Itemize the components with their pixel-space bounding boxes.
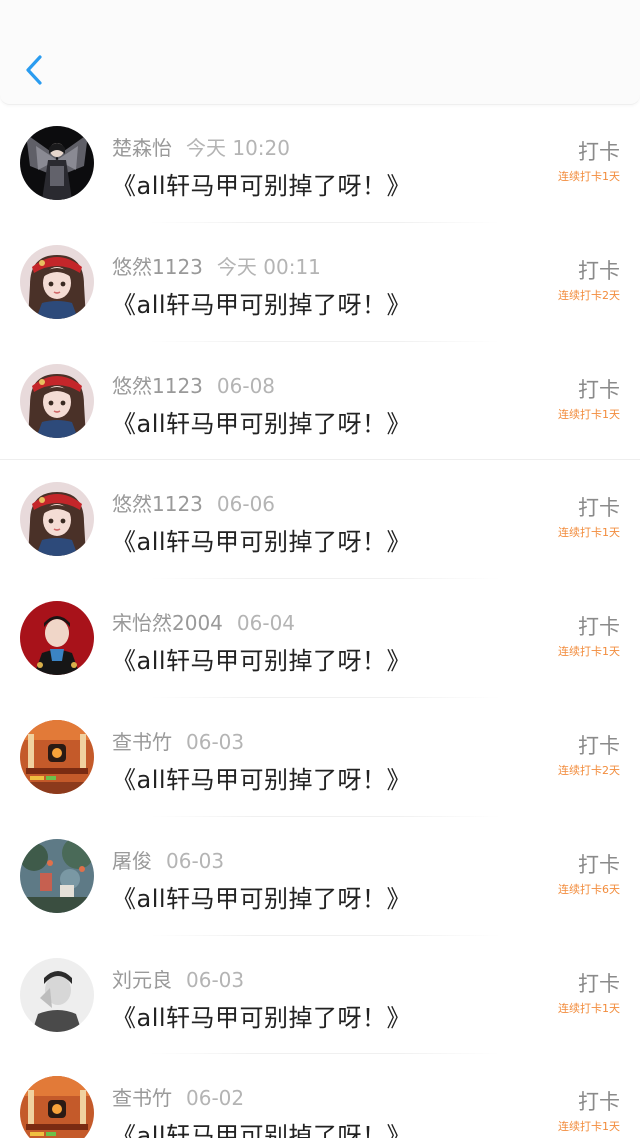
checkin-info: 打卡 连续打卡2天 xyxy=(558,257,620,303)
avatar[interactable] xyxy=(20,838,94,913)
streak-badge: 连续打卡2天 xyxy=(558,763,620,777)
checkin-label: 打卡 xyxy=(578,733,620,758)
book-title[interactable]: 《all轩马甲可别掉了呀！》 xyxy=(112,1116,411,1138)
checkin-label: 打卡 xyxy=(578,971,620,996)
checkin-info: 打卡 连续打卡1天 xyxy=(558,1088,620,1134)
checkin-row[interactable]: 屠俊 06-03 《all轩马甲可别掉了呀！》 打卡 连续打卡6天 xyxy=(0,817,640,936)
book-title[interactable]: 《all轩马甲可别掉了呀！》 xyxy=(112,166,411,201)
checkin-row[interactable]: 悠然1123 今天 00:11 《all轩马甲可别掉了呀！》 打卡 连续打卡2天 xyxy=(0,223,640,342)
post-time: 今天 10:20 xyxy=(186,136,290,160)
checkin-row[interactable]: 刘元良 06-03 《all轩马甲可别掉了呀！》 打卡 连续打卡1天 xyxy=(0,936,640,1055)
checkin-list: 楚森怡 今天 10:20 《all轩马甲可别掉了呀！》 打卡 连续打卡1天 悠然1… xyxy=(0,104,640,1138)
avatar-image xyxy=(20,838,94,913)
row-meta: 屠俊 06-03 xyxy=(112,845,224,875)
checkin-row[interactable]: 查书竹 06-02 《all轩马甲可别掉了呀！》 打卡 连续打卡1天 xyxy=(0,1054,640,1138)
checkin-label: 打卡 xyxy=(578,1090,620,1115)
avatar-image xyxy=(20,719,94,794)
checkin-label: 打卡 xyxy=(578,496,620,521)
streak-badge: 连续打卡6天 xyxy=(558,882,620,896)
post-time: 06-02 xyxy=(186,1086,245,1111)
streak-badge: 连续打卡1天 xyxy=(558,1001,620,1015)
streak-badge: 连续打卡1天 xyxy=(558,1120,620,1134)
book-title[interactable]: 《all轩马甲可别掉了呀！》 xyxy=(112,760,411,795)
streak-badge: 连续打卡1天 xyxy=(558,170,620,183)
user-name[interactable]: 屠俊 xyxy=(112,849,152,873)
post-time: 06-08 xyxy=(216,373,276,398)
post-time: 今天 00:11 xyxy=(216,254,321,279)
user-name[interactable]: 宋怡然2004 xyxy=(112,611,223,635)
book-title[interactable]: 《all轩马甲可别掉了呀！》 xyxy=(112,879,411,914)
row-meta: 楚森怡 今天 10:20 xyxy=(112,132,290,162)
avatar[interactable] xyxy=(20,244,94,319)
chevron-left-icon xyxy=(26,55,42,85)
streak-badge: 连续打卡2天 xyxy=(558,288,620,302)
checkin-row[interactable]: 悠然1123 06-08 《all轩马甲可别掉了呀！》 打卡 连续打卡1天 xyxy=(0,342,640,461)
avatar[interactable] xyxy=(20,363,94,438)
checkin-info: 打卡 连续打卡6天 xyxy=(558,851,620,897)
book-title[interactable]: 《all轩马甲可别掉了呀！》 xyxy=(112,522,411,557)
user-name[interactable]: 楚森怡 xyxy=(112,136,172,160)
user-name[interactable]: 查书竹 xyxy=(112,730,172,754)
streak-badge: 连续打卡1天 xyxy=(558,407,620,421)
checkin-row[interactable]: 悠然1123 06-06 《all轩马甲可别掉了呀！》 打卡 连续打卡1天 xyxy=(0,460,640,580)
checkin-info: 打卡 连续打卡1天 xyxy=(558,494,620,540)
checkin-info: 打卡 连续打卡1天 xyxy=(558,138,620,184)
avatar[interactable] xyxy=(20,719,94,794)
row-meta: 刘元良 06-03 xyxy=(112,964,244,994)
post-time: 06-03 xyxy=(186,729,245,754)
user-name[interactable]: 悠然1123 xyxy=(112,255,203,279)
checkin-label: 打卡 xyxy=(578,615,620,640)
user-name[interactable]: 查书竹 xyxy=(112,1086,172,1110)
row-meta: 查书竹 06-03 xyxy=(112,726,244,756)
row-meta: 查书竹 06-02 xyxy=(112,1082,244,1112)
avatar-image xyxy=(20,126,94,200)
avatar-image xyxy=(20,363,94,438)
streak-badge: 连续打卡1天 xyxy=(558,526,620,540)
back-button[interactable] xyxy=(18,48,52,92)
book-title[interactable]: 《all轩马甲可别掉了呀！》 xyxy=(112,641,411,676)
row-meta: 悠然1123 今天 00:11 xyxy=(112,251,321,281)
checkin-row[interactable]: 宋怡然2004 06-04 《all轩马甲可别掉了呀！》 打卡 连续打卡1天 xyxy=(0,579,640,698)
avatar[interactable] xyxy=(20,126,94,200)
row-meta: 悠然1123 06-08 xyxy=(112,370,275,400)
checkin-label: 打卡 xyxy=(578,140,620,164)
checkin-info: 打卡 连续打卡1天 xyxy=(558,376,620,422)
checkin-label: 打卡 xyxy=(578,377,620,402)
avatar-image xyxy=(20,1076,94,1138)
book-title[interactable]: 《all轩马甲可别掉了呀！》 xyxy=(112,285,411,320)
post-time: 06-04 xyxy=(236,611,296,636)
checkin-info: 打卡 连续打卡1天 xyxy=(558,613,620,659)
streak-badge: 连续打卡1天 xyxy=(558,645,620,659)
checkin-info: 打卡 连续打卡1天 xyxy=(558,970,620,1016)
avatar[interactable] xyxy=(20,601,94,676)
avatar[interactable] xyxy=(20,957,94,1032)
top-bar xyxy=(0,0,640,105)
avatar[interactable] xyxy=(20,482,94,557)
book-title[interactable]: 《all轩马甲可别掉了呀！》 xyxy=(112,998,411,1033)
row-meta: 宋怡然2004 06-04 xyxy=(112,607,295,637)
book-title[interactable]: 《all轩马甲可别掉了呀！》 xyxy=(112,404,411,439)
user-name[interactable]: 悠然1123 xyxy=(112,492,203,516)
post-time: 06-03 xyxy=(186,967,245,992)
avatar-image xyxy=(20,244,94,319)
row-meta: 悠然1123 06-06 xyxy=(112,488,275,518)
checkin-label: 打卡 xyxy=(578,852,620,877)
checkin-row[interactable]: 查书竹 06-03 《all轩马甲可别掉了呀！》 打卡 连续打卡2天 xyxy=(0,698,640,817)
post-time: 06-03 xyxy=(166,848,225,873)
avatar[interactable] xyxy=(20,1076,94,1138)
avatar-image xyxy=(20,957,94,1032)
checkin-label: 打卡 xyxy=(578,258,620,283)
avatar-image xyxy=(20,601,94,676)
user-name[interactable]: 刘元良 xyxy=(112,968,172,992)
post-time: 06-06 xyxy=(216,492,276,517)
user-name[interactable]: 悠然1123 xyxy=(112,374,203,398)
checkin-info: 打卡 连续打卡2天 xyxy=(558,732,620,778)
checkin-row[interactable]: 楚森怡 今天 10:20 《all轩马甲可别掉了呀！》 打卡 连续打卡1天 xyxy=(0,104,640,223)
app-screen: 楚森怡 今天 10:20 《all轩马甲可别掉了呀！》 打卡 连续打卡1天 悠然1… xyxy=(0,0,640,1138)
avatar-image xyxy=(20,482,94,557)
